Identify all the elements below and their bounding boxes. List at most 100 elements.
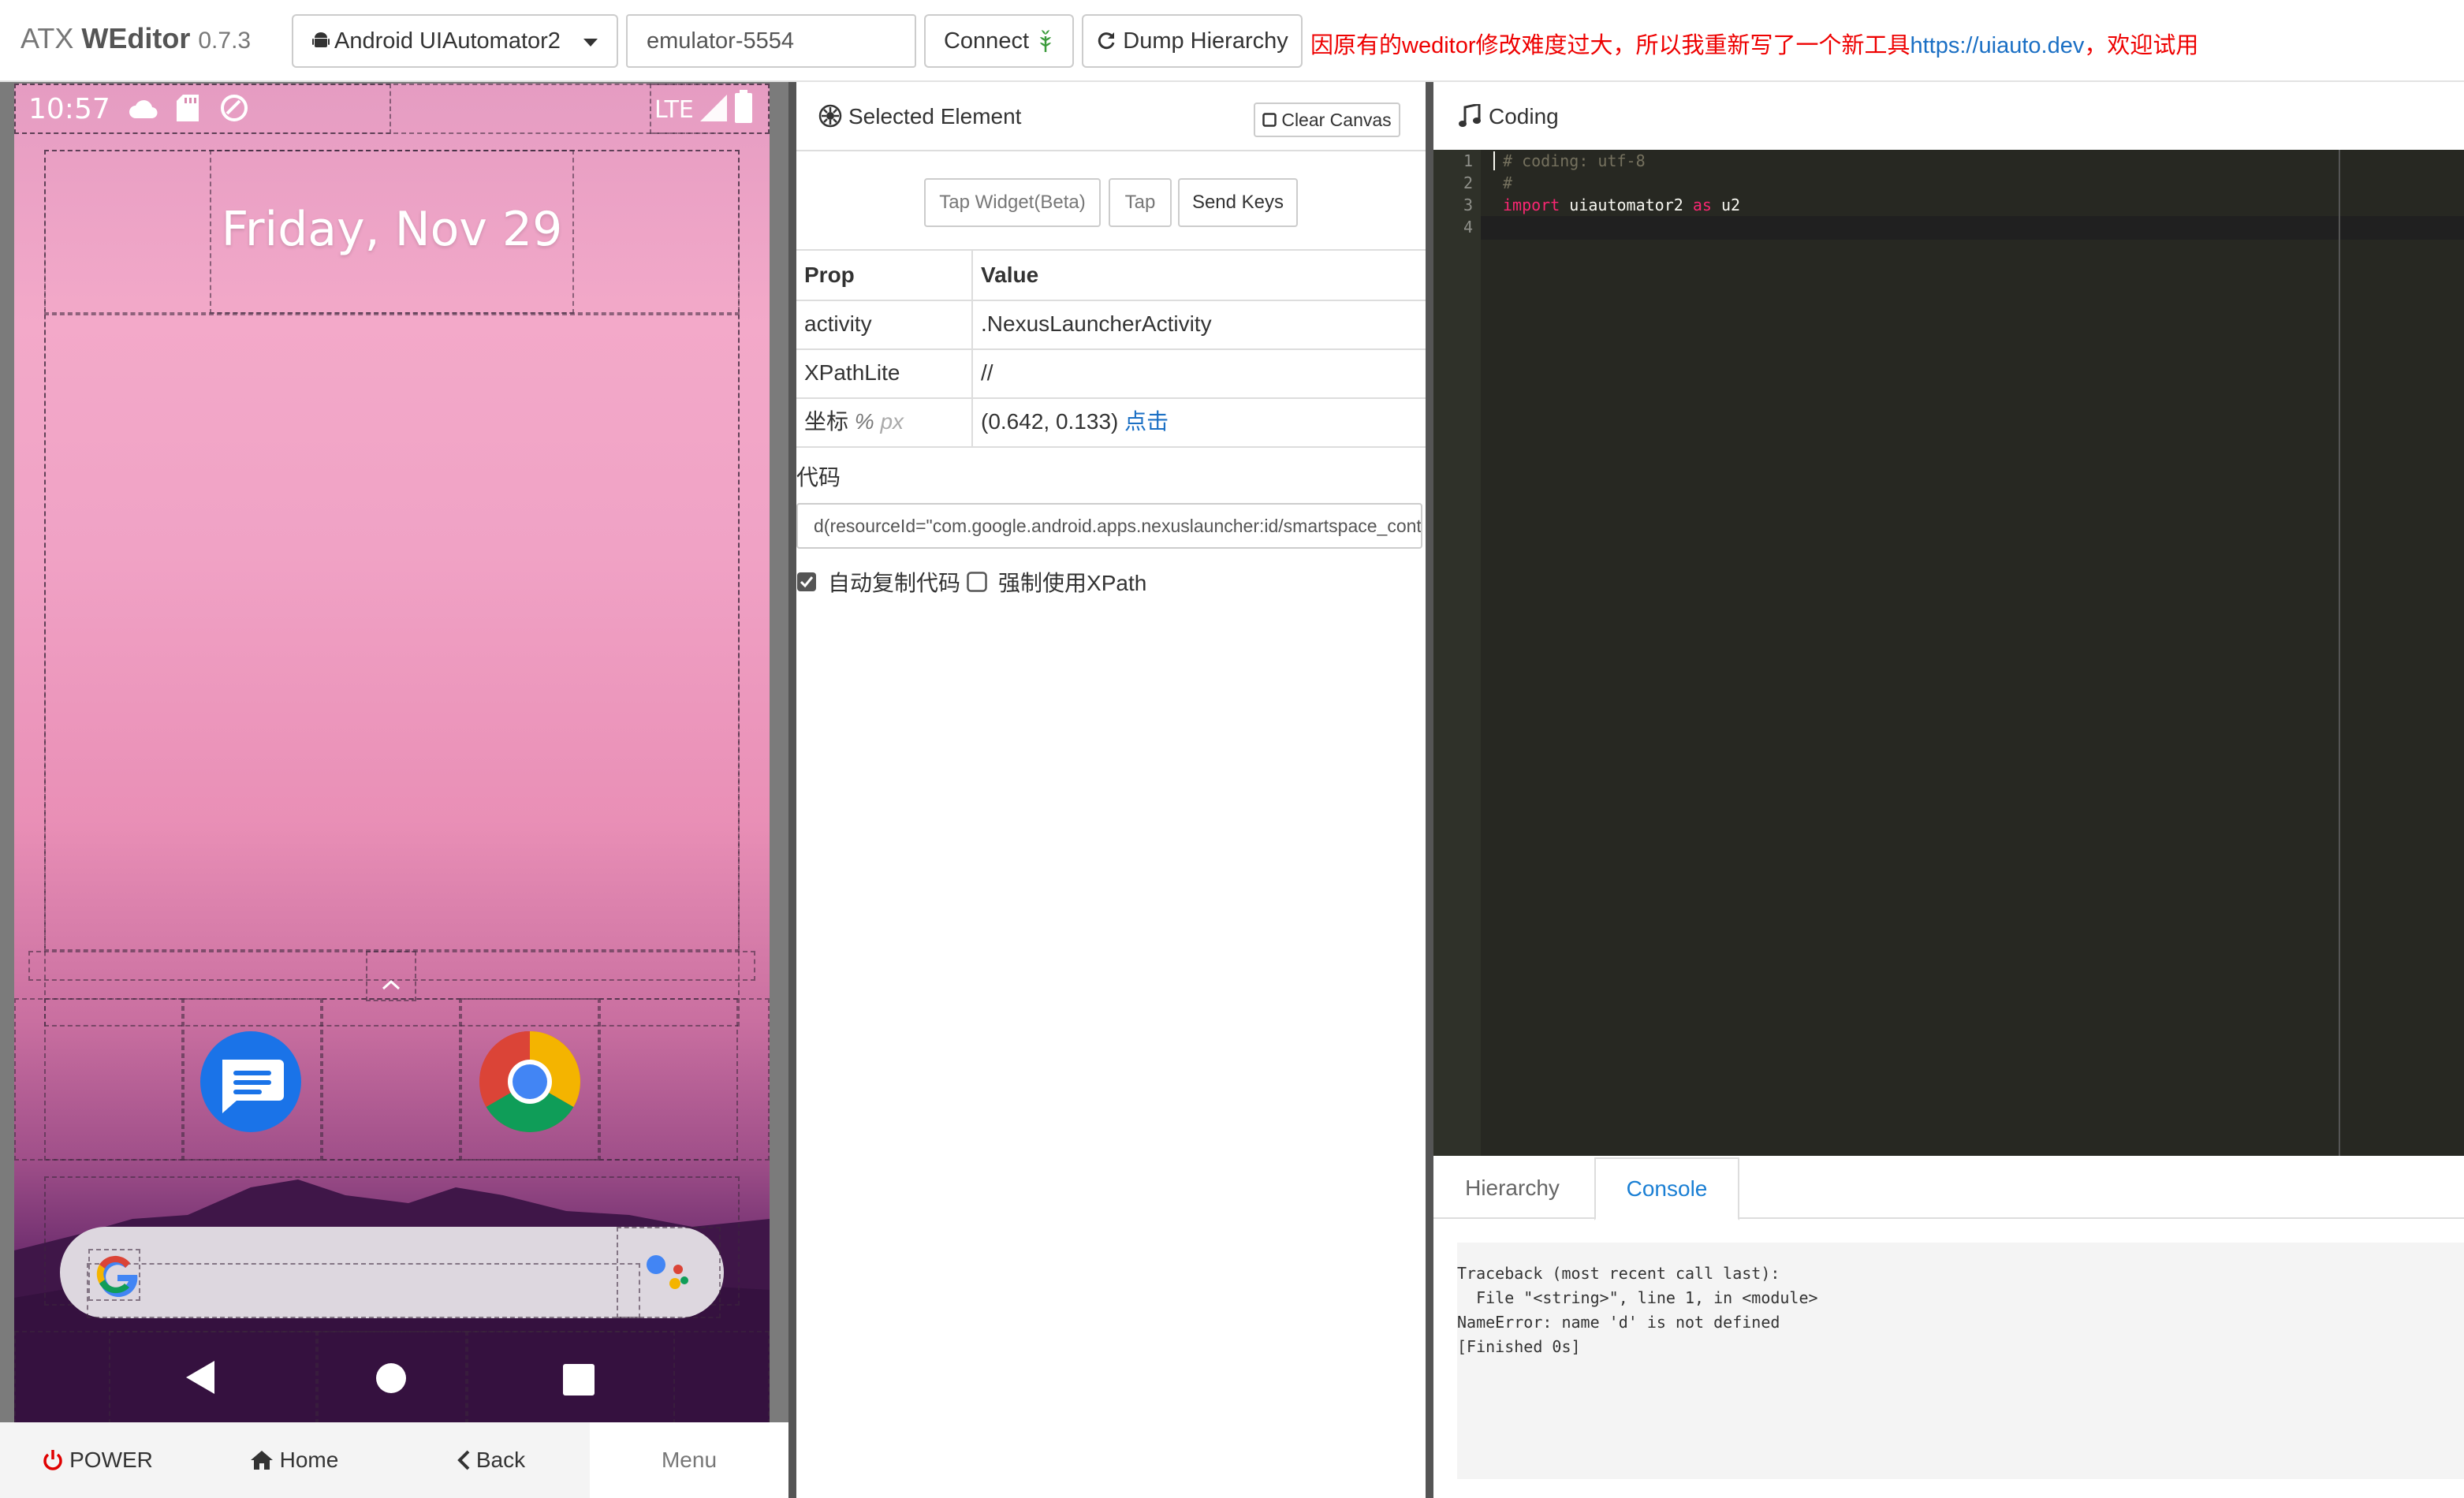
data-saver-icon	[221, 95, 248, 121]
back-label: Back	[475, 1448, 526, 1472]
dump-hierarchy-label: Dump Hierarchy	[1123, 28, 1288, 54]
power-icon	[43, 1450, 62, 1470]
console-line: File "<string>", line 1, in <module>	[1457, 1288, 1818, 1307]
app-brand[interactable]: ATX WEditor 0.7.3	[21, 22, 251, 55]
console-output[interactable]: Traceback (most recent call last): File …	[1457, 1243, 2464, 1479]
device-serial-input[interactable]: emulator-5554	[626, 14, 916, 68]
menu-label: Menu	[661, 1448, 718, 1472]
chevron-up-icon	[382, 979, 401, 990]
back-button[interactable]: Back	[393, 1422, 590, 1498]
network-type: LTE	[654, 96, 694, 124]
value-activity: .NexusLauncherActivity	[981, 311, 1212, 336]
force-xpath-checkbox[interactable]	[967, 572, 987, 592]
hotseat-slot-5	[599, 998, 738, 1161]
chrome-app-icon[interactable]	[478, 1030, 582, 1134]
coding-panel: Coding 1 2 3 4 # coding: utf-8 # import …	[1433, 82, 2464, 1498]
sd-card-icon	[177, 95, 199, 121]
dump-hierarchy-button[interactable]: Dump Hierarchy	[1082, 14, 1303, 68]
connect-button[interactable]: Connect	[924, 14, 1074, 68]
tap-label: Tap	[1124, 192, 1156, 213]
line-number: 1	[1463, 151, 1473, 170]
tab-hierarchy[interactable]: Hierarchy	[1433, 1157, 1591, 1219]
tap-widget-button[interactable]: Tap Widget(Beta)	[924, 178, 1101, 227]
home-button[interactable]: Home	[196, 1422, 393, 1498]
keyword-as: as	[1692, 196, 1712, 214]
search-bar-bounds	[87, 1263, 640, 1318]
platform-select[interactable]: Android UIAutomator2	[292, 14, 618, 68]
date-widget[interactable]: Friday, Nov 29	[210, 202, 574, 257]
tab-console[interactable]: Console	[1594, 1157, 1739, 1220]
table-row: 坐标 % px (0.642, 0.133) 点击	[796, 397, 1426, 448]
console-line: NameError: name 'd' is not defined	[1457, 1313, 1780, 1332]
notice-link[interactable]: https://uiauto.dev	[1910, 33, 2085, 58]
line-number: 4	[1463, 218, 1473, 237]
clear-canvas-label: Clear Canvas	[1281, 109, 1392, 130]
device-screen[interactable]: 10:57 LTE Friday, Nov 29	[14, 84, 770, 1424]
code-input[interactable]: d(resourceId="com.google.android.apps.ne…	[796, 503, 1422, 549]
coord-label: 坐标	[804, 409, 849, 434]
google-g-icon[interactable]	[91, 1249, 142, 1299]
phone-preview-panel: 10:57 LTE Friday, Nov 29	[0, 82, 788, 1498]
phone-control-bar: POWER Home Back Menu	[0, 1422, 788, 1498]
module-name: uiautomator2	[1560, 196, 1693, 214]
device-serial-value: emulator-5554	[647, 28, 794, 54]
music-note-icon	[1459, 104, 1481, 127]
android-icon	[312, 32, 330, 47]
refresh-icon	[1098, 32, 1115, 50]
table-row: XPathLite //	[796, 348, 1426, 399]
brand-name: WEditor	[81, 22, 191, 54]
code-line-1: # coding: utf-8	[1503, 151, 1646, 170]
caret-down-icon	[583, 39, 598, 47]
panel-splitter-right[interactable]	[1426, 82, 1433, 1498]
console-line: [Finished 0s]	[1457, 1337, 1581, 1356]
connect-label: Connect	[943, 28, 1029, 54]
signal-icon	[700, 95, 727, 121]
auto-copy-label: 自动复制代码	[828, 571, 961, 595]
nav-back-icon[interactable]	[185, 1359, 216, 1396]
hotseat-slot-3	[322, 998, 460, 1161]
selected-element-panel: Selected Element Clear Canvas Tap Widget…	[796, 82, 1426, 1498]
prop-activity: activity	[796, 300, 973, 348]
top-navbar: ATX WEditor 0.7.3 Android UIAutomator2 e…	[0, 0, 2464, 82]
send-keys-button[interactable]: Send Keys	[1178, 178, 1298, 227]
value-coordinates: (0.642, 0.133) 点击	[973, 397, 1169, 446]
clear-canvas-button[interactable]: Clear Canvas	[1254, 102, 1400, 137]
auto-copy-checkbox[interactable]	[796, 572, 817, 592]
editor-gutter	[1433, 150, 1481, 1156]
coord-value: (0.642, 0.133)	[981, 409, 1119, 434]
square-icon	[1262, 113, 1277, 127]
notice-suffix: ，欢迎试用	[2084, 33, 2199, 58]
platform-select-value: Android UIAutomator2	[334, 28, 561, 54]
selected-element-title: Selected Element	[848, 104, 1022, 129]
coord-unit-percent[interactable]: %	[855, 409, 874, 434]
tap-widget-label: Tap Widget(Beta)	[939, 192, 1086, 213]
force-xpath-label: 强制使用XPath	[998, 571, 1147, 595]
line-number: 2	[1463, 173, 1473, 192]
text-cursor	[1493, 151, 1495, 170]
selected-element-header: Selected Element Clear Canvas	[796, 82, 1426, 151]
table-row: activity .NexusLauncherActivity	[796, 300, 1426, 350]
nav-home-icon[interactable]	[375, 1362, 407, 1394]
all-apps-handle[interactable]	[366, 951, 416, 1001]
tap-button[interactable]: Tap	[1109, 178, 1172, 227]
page-bounds	[44, 314, 740, 951]
google-assistant-icon[interactable]	[639, 1249, 694, 1296]
panel-splitter-left[interactable]	[788, 82, 796, 1498]
options-row: 自动复制代码 强制使用XPath	[796, 566, 1146, 598]
prop-header: Prop	[796, 251, 973, 300]
menu-button[interactable]: Menu	[590, 1422, 788, 1498]
nav-recents-icon[interactable]	[563, 1364, 595, 1396]
code-editor[interactable]: 1 2 3 4 # coding: utf-8 # import uiautom…	[1433, 150, 2464, 1156]
brand-prefix: ATX	[21, 22, 74, 54]
active-line-highlight	[1481, 216, 2464, 240]
value-header: Value	[981, 263, 1039, 287]
module-alias: u2	[1711, 196, 1741, 214]
coord-unit-px[interactable]: px	[880, 409, 904, 434]
power-button[interactable]: POWER	[0, 1422, 196, 1498]
settings-icon	[818, 104, 842, 128]
battery-icon	[735, 90, 752, 123]
coord-click-link[interactable]: 点击	[1124, 409, 1169, 434]
messages-app-icon[interactable]	[199, 1030, 303, 1134]
line-number: 3	[1463, 196, 1473, 214]
leaf-icon	[1040, 30, 1051, 52]
